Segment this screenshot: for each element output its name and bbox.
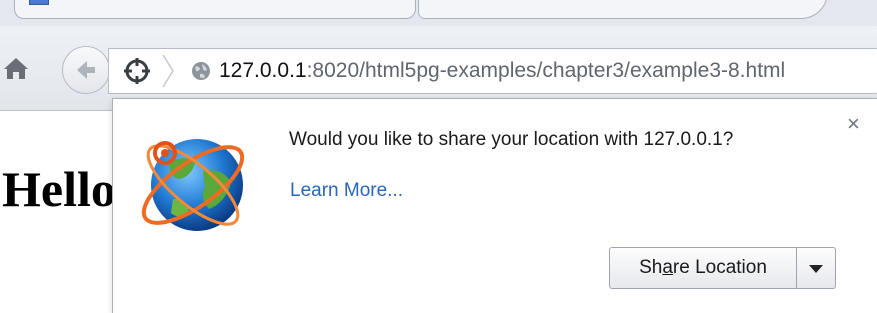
share-location-control: Share Location: [609, 247, 836, 289]
share-options-dropdown-button[interactable]: [796, 247, 836, 289]
share-label-suffix: re Location: [672, 257, 767, 278]
url-path: :8020/html5pg-examples/chapter3/example3…: [306, 59, 786, 82]
url-host: 127.0.0.1: [219, 59, 307, 82]
geolocation-crosshair-icon[interactable]: [123, 57, 151, 85]
dropdown-arrow-icon: [809, 265, 823, 273]
url-separator: [162, 54, 174, 88]
url-bar[interactable]: 127.0.0.1:8020/html5pg-examples/chapter3…: [108, 48, 877, 94]
geolocation-permission-popup: Would you like to share your location wi…: [112, 98, 877, 313]
home-icon[interactable]: [2, 54, 30, 82]
tab-strip: [0, 0, 877, 26]
back-button[interactable]: [62, 46, 110, 94]
browser-tab[interactable]: [14, 0, 416, 19]
back-arrow-icon: [77, 61, 95, 79]
globe-icon: [191, 61, 211, 81]
share-label-prefix: Sh: [639, 257, 663, 278]
earth-orbit-logo-icon: [133, 119, 257, 243]
close-icon[interactable]: ×: [847, 113, 860, 135]
learn-more-link[interactable]: Learn More...: [290, 180, 403, 202]
url-text[interactable]: 127.0.0.1:8020/html5pg-examples/chapter3…: [219, 59, 785, 83]
permission-message: Would you like to share your location wi…: [289, 129, 734, 150]
page-heading: Hello: [2, 161, 116, 217]
share-label-mnemonic: a: [662, 257, 673, 278]
tab-favicon-icon: [29, 0, 49, 5]
share-location-button[interactable]: Share Location: [609, 247, 797, 289]
browser-tab[interactable]: [418, 0, 828, 19]
